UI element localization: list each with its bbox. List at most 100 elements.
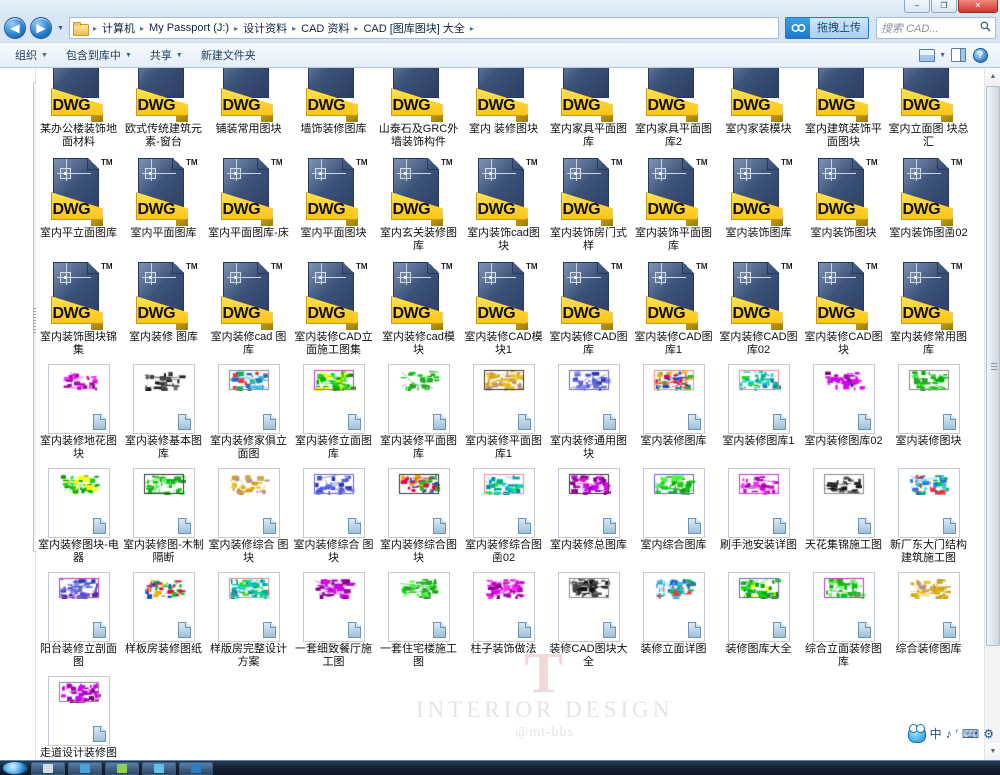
search-input[interactable]: 搜索 CAD... bbox=[881, 20, 980, 36]
file-item[interactable]: 新厂东大门结构建筑施工图 bbox=[886, 466, 971, 565]
breadcrumb-item-current[interactable]: CAD [图库图块] 大全 bbox=[361, 19, 466, 37]
file-item[interactable]: 阳台装修立剖面图 bbox=[36, 570, 121, 669]
file-item[interactable]: TM DWG 室内装修CAD图库1 bbox=[631, 258, 716, 357]
file-item[interactable]: TM DWG 室内装饰图块 bbox=[801, 154, 886, 253]
breadcrumb-separator[interactable]: ▸ bbox=[289, 24, 299, 33]
file-item[interactable]: 装修立面详图 bbox=[631, 570, 716, 669]
preview-pane-button[interactable] bbox=[948, 46, 968, 64]
file-item[interactable]: 室内装修综合 图块 bbox=[206, 466, 291, 565]
breadcrumb-item-computer[interactable]: 计算机 bbox=[100, 19, 137, 37]
file-item[interactable]: 样版房完整设计方案 bbox=[206, 570, 291, 669]
file-item[interactable]: TM DWG 室内装饰图块锦集 bbox=[36, 258, 121, 357]
breadcrumb-separator[interactable]: ▸ bbox=[231, 24, 241, 33]
file-item[interactable]: DWG 欧式传统建筑元素-窗台 bbox=[121, 68, 206, 149]
breadcrumb-item-cad[interactable]: CAD 资料 bbox=[299, 19, 351, 37]
breadcrumb-separator[interactable]: ▸ bbox=[137, 24, 147, 33]
file-item[interactable]: DWG 铺装常用图块 bbox=[206, 68, 291, 149]
file-item[interactable]: TM DWG 室内装修cad模块 bbox=[376, 258, 461, 357]
toolbar-organize-button[interactable]: 组织 ▼ bbox=[6, 44, 57, 66]
file-item[interactable]: 室内装修基本图库 bbox=[121, 362, 206, 461]
file-item[interactable]: TM DWG 室内装修CAD图库02 bbox=[716, 258, 801, 357]
file-item[interactable]: 室内装修图库 bbox=[631, 362, 716, 461]
file-item[interactable]: 综合装修图库 bbox=[886, 570, 971, 669]
file-item[interactable]: DWG 室内立面图 块总汇 bbox=[886, 68, 971, 149]
minimize-button[interactable]: – bbox=[904, 0, 930, 13]
file-item[interactable]: TM DWG 室内装修CAD模块1 bbox=[461, 258, 546, 357]
scroll-down-arrow[interactable]: ▼ bbox=[985, 743, 1000, 760]
forward-button[interactable]: ▶ bbox=[30, 17, 52, 39]
file-item[interactable]: 室内装修地花图块 bbox=[36, 362, 121, 461]
file-item[interactable]: TM DWG 室内装修CAD图库 bbox=[546, 258, 631, 357]
file-list-scrollbar[interactable]: ▲ ▼ bbox=[984, 68, 1000, 760]
file-item[interactable]: 装修CAD图块大全 bbox=[546, 570, 631, 669]
file-item[interactable]: 走道设计装修图 bbox=[36, 674, 121, 760]
file-item[interactable]: 室内装修综合图圅02 bbox=[461, 466, 546, 565]
drag-upload-button[interactable]: 拖拽上传 bbox=[785, 17, 869, 39]
breadcrumb-separator[interactable]: ▸ bbox=[467, 24, 477, 33]
file-item[interactable]: 室内装修综合 图块 bbox=[291, 466, 376, 565]
file-item[interactable]: 室内装修平面图库1 bbox=[461, 362, 546, 461]
file-item[interactable]: DWG 山泰石及GRC外墙装饰构件 bbox=[376, 68, 461, 149]
ime-settings-gear[interactable]: ⚙ bbox=[983, 728, 994, 740]
file-item[interactable]: TM DWG 室内装修CAD图块 bbox=[801, 258, 886, 357]
breadcrumb-item-drive[interactable]: My Passport (J:) bbox=[147, 21, 231, 35]
file-item[interactable]: TM DWG 室内装修CAD立面施工图集 bbox=[291, 258, 376, 357]
navigation-pane[interactable]: ▲ ▼ bbox=[0, 68, 44, 760]
file-item[interactable]: TM DWG 室内平立面图库 bbox=[36, 154, 121, 253]
file-item[interactable]: DWG 室内家具平面图库2 bbox=[631, 68, 716, 149]
change-view-button[interactable] bbox=[917, 46, 937, 64]
file-item[interactable]: 室内装修通用图块 bbox=[546, 362, 631, 461]
back-button[interactable]: ◀ bbox=[4, 17, 26, 39]
file-item[interactable]: 室内装修总图库 bbox=[546, 466, 631, 565]
file-list-pane[interactable]: DWG 某办公楼装饰地面材料 DWG 欧式传统建筑元素-窗台 DWG 铺装常用图块 DWG 墙… bbox=[36, 68, 1000, 760]
file-item[interactable]: 室内装修图-木制隔断 bbox=[121, 466, 206, 565]
scroll-thumb[interactable] bbox=[986, 86, 1000, 646]
file-item[interactable]: TM DWG 室内装饰图圅02 bbox=[886, 154, 971, 253]
file-item[interactable]: TM DWG 室内平面图块 bbox=[291, 154, 376, 253]
close-button[interactable]: ✕ bbox=[958, 0, 998, 13]
file-item[interactable]: 室内装修平面图库 bbox=[376, 362, 461, 461]
file-item[interactable]: 室内装修立面图库 bbox=[291, 362, 376, 461]
toolbar-include-in-library-button[interactable]: 包含到库中 ▼ bbox=[57, 44, 141, 66]
help-button[interactable]: ? bbox=[970, 46, 990, 64]
file-item[interactable]: 样板房装修图纸 bbox=[121, 570, 206, 669]
file-item[interactable]: DWG 室内建筑装饰平面图块 bbox=[801, 68, 886, 149]
recent-locations-icon[interactable]: ▼ bbox=[56, 25, 65, 32]
breadcrumb-separator[interactable]: ▸ bbox=[90, 24, 100, 33]
scroll-up-arrow[interactable]: ▲ bbox=[985, 68, 1000, 85]
file-item[interactable]: DWG 室内家具平面图库 bbox=[546, 68, 631, 149]
file-item[interactable]: TM DWG 室内平面图库-床 bbox=[206, 154, 291, 253]
taskbar-item-1[interactable] bbox=[31, 761, 65, 775]
file-item[interactable]: 室内装修图库1 bbox=[716, 362, 801, 461]
file-item[interactable]: TM DWG 室内装修 图库 bbox=[121, 258, 206, 357]
file-item[interactable]: 天花集锦施工图 bbox=[801, 466, 886, 565]
file-item[interactable]: 室内综合图库 bbox=[631, 466, 716, 565]
toolbar-new-folder-button[interactable]: 新建文件夹 bbox=[192, 44, 265, 66]
chevron-down-icon[interactable]: ▼ bbox=[939, 52, 946, 59]
ime-chinese-mode[interactable]: 中 bbox=[930, 728, 942, 740]
file-item[interactable]: DWG 室内家装模块 bbox=[716, 68, 801, 149]
ime-punctuation[interactable]: ♪ bbox=[946, 728, 952, 740]
file-item[interactable]: 刷手池安装详图 bbox=[716, 466, 801, 565]
ime-penguin-icon[interactable] bbox=[907, 723, 926, 743]
file-item[interactable]: TM DWG 室内装修常用图库 bbox=[886, 258, 971, 357]
search-box[interactable]: 搜索 CAD... bbox=[876, 17, 996, 39]
file-item[interactable]: TM DWG 室内平面图库 bbox=[121, 154, 206, 253]
file-item[interactable]: TM DWG 室内装修cad 图库 bbox=[206, 258, 291, 357]
file-item[interactable]: TM DWG 室内装饰房门式样 bbox=[546, 154, 631, 253]
taskbar-item-5[interactable] bbox=[179, 761, 213, 775]
file-item[interactable]: DWG 室内 装修图块 bbox=[461, 68, 546, 149]
file-item[interactable]: 室内装修综合图块 bbox=[376, 466, 461, 565]
maximize-restore-button[interactable]: ❐ bbox=[931, 0, 957, 13]
toolbar-share-button[interactable]: 共享 ▼ bbox=[141, 44, 192, 66]
file-item[interactable]: TM DWG 室内装饰图库 bbox=[716, 154, 801, 253]
file-item[interactable]: 一套住宅楼施工图 bbox=[376, 570, 461, 669]
ime-softkeyboard[interactable]: ⌨ bbox=[962, 728, 979, 740]
start-button[interactable] bbox=[2, 761, 28, 775]
taskbar-item-2[interactable] bbox=[68, 761, 102, 775]
breadcrumb-separator[interactable]: ▸ bbox=[351, 24, 361, 33]
file-item[interactable]: TM DWG 室内装饰cad图块 bbox=[461, 154, 546, 253]
file-item[interactable]: 室内装修图库02 bbox=[801, 362, 886, 461]
file-item[interactable]: DWG 某办公楼装饰地面材料 bbox=[36, 68, 121, 149]
taskbar-item-3[interactable] bbox=[105, 761, 139, 775]
